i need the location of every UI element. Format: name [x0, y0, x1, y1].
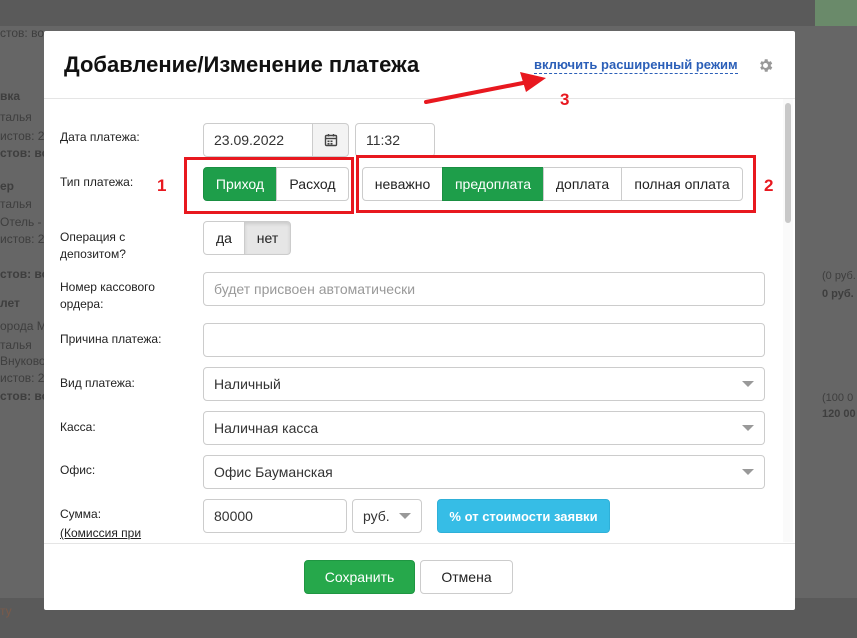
annotation-box-1: [184, 157, 354, 214]
payment-reason-label: Причина платежа:: [60, 332, 162, 346]
calendar-icon: [324, 134, 337, 147]
deposit-yes[interactable]: да: [203, 221, 245, 255]
commission-link[interactable]: (Комиссия при: [60, 526, 141, 540]
deposit-no[interactable]: нет: [244, 221, 291, 255]
annotation-number-2: 2: [764, 176, 774, 195]
modal-scrollbar[interactable]: [783, 99, 793, 542]
background-price: 120 00: [822, 408, 856, 420]
chevron-down-icon: [742, 469, 754, 475]
payment-date-label: Дата платежа:: [60, 130, 140, 144]
background-link: ту: [0, 604, 12, 618]
save-button[interactable]: Сохранить: [304, 560, 415, 594]
chevron-down-icon: [742, 425, 754, 431]
payment-method-value: Наличный: [214, 376, 281, 392]
background-list-text: стов: во: [0, 267, 49, 281]
scrollbar-thumb[interactable]: [785, 103, 791, 223]
background-list-text: стов: во: [0, 146, 49, 160]
commission-link-wrap[interactable]: (Комиссия при: [60, 525, 190, 542]
office-select[interactable]: Офис Бауманская: [203, 455, 765, 489]
cash-desk-select[interactable]: Наличная касса: [203, 411, 765, 445]
background-list-text: Отель -: [0, 215, 42, 229]
percent-of-order-button[interactable]: % от стоимости заявки: [437, 499, 610, 533]
amount-label: Сумма:: [60, 507, 102, 521]
chevron-down-icon: [399, 513, 411, 519]
background-list-text: вка: [0, 89, 21, 103]
advanced-mode-link[interactable]: включить расширенный режим: [534, 57, 738, 74]
background-list-text: ер: [0, 179, 15, 193]
background-list-text: истов: 2: [0, 232, 45, 246]
background-topbar: [0, 0, 857, 26]
payment-type-label: Тип платежа:: [60, 175, 134, 189]
background-list-text: истов: 2: [0, 371, 45, 385]
background-list-text: лет: [0, 296, 20, 310]
background-list-text: талья: [0, 197, 32, 211]
office-value: Офис Бауманская: [214, 464, 333, 480]
payment-reason-input[interactable]: [203, 323, 765, 357]
currency-select[interactable]: руб.: [352, 499, 422, 533]
modal-footer: Сохранить Отмена: [44, 543, 795, 611]
annotation-box-2: [356, 155, 756, 213]
cancel-button[interactable]: Отмена: [420, 560, 513, 594]
background-list-text: орода М: [0, 319, 47, 333]
office-label: Офис:: [60, 463, 96, 477]
background-price: (0 руб.: [822, 270, 856, 282]
annotation-number-3: 3: [560, 90, 570, 109]
payment-date-input[interactable]: 23.09.2022: [203, 123, 313, 157]
payment-method-select[interactable]: Наличный: [203, 367, 765, 401]
background-price: (100 0: [822, 392, 854, 404]
currency-value: руб.: [363, 508, 390, 524]
deposit-operation-label: Операция с депозитом?: [60, 230, 126, 261]
background-list-text: стов: во: [0, 389, 49, 403]
cash-desk-label: Касса:: [60, 420, 96, 434]
calendar-button[interactable]: [313, 123, 349, 157]
modal-title: Добавление/Изменение платежа: [64, 52, 420, 77]
amount-input[interactable]: 80000: [203, 499, 347, 533]
background-green-button: [815, 0, 857, 26]
modal-header: Добавление/Изменение платежа включить ра…: [44, 31, 795, 99]
background-list-text: Внуково: [0, 354, 46, 368]
cash-desk-value: Наличная касса: [214, 420, 319, 436]
cash-order-label: Номер кассового ордера:: [60, 280, 155, 311]
background-list-text: талья: [0, 110, 32, 124]
payment-time-input[interactable]: 11:32: [355, 123, 435, 157]
background-list-text: истов: 2: [0, 129, 45, 143]
gear-icon[interactable]: [757, 57, 774, 74]
background-list-text: талья: [0, 338, 32, 352]
payment-modal: Добавление/Изменение платежа включить ра…: [44, 31, 795, 610]
payment-method-label: Вид платежа:: [60, 376, 135, 390]
cash-order-input[interactable]: будет присвоен автоматически: [203, 272, 765, 306]
background-list-text: стов: во: [0, 26, 44, 40]
background-price: 0 руб.: [822, 288, 854, 300]
chevron-down-icon: [742, 381, 754, 387]
annotation-number-1: 1: [157, 176, 167, 195]
